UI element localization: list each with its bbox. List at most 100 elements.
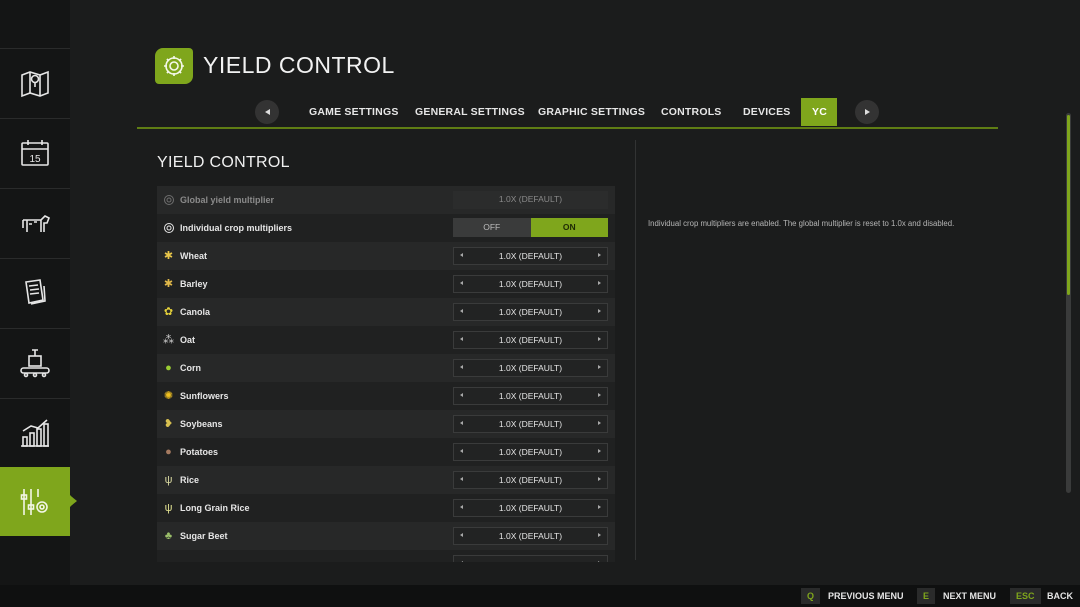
sidebar-active-indicator — [72, 497, 77, 505]
settings-icon — [20, 488, 48, 515]
crop-row: ● Corn 1.0X (DEFAULT) — [157, 354, 615, 382]
sidebar-item-production[interactable] — [0, 328, 70, 397]
crop-name: Long Grain Rice — [180, 503, 250, 513]
setting-label: Individual crop multipliers — [180, 223, 293, 233]
header-gear-icon — [155, 48, 193, 84]
previous-menu-label[interactable]: PREVIOUS MENU — [828, 588, 904, 604]
stepper-value: 1.0X (DEFAULT) — [498, 391, 563, 401]
tab-graphic-settings[interactable]: GRAPHIC SETTINGS — [538, 98, 645, 126]
crop-name: Rice — [180, 475, 200, 485]
crop-row: ● Potatoes 1.0X (DEFAULT) — [157, 438, 615, 466]
arrow-right-icon[interactable] — [598, 561, 601, 562]
stepper-value: 1.0X (DEFAULT) — [498, 419, 563, 429]
tab-controls[interactable]: CONTROLS — [661, 98, 722, 126]
key-hint-esc[interactable]: ESC — [1010, 588, 1041, 604]
sidebar-item-contracts[interactable] — [0, 258, 70, 327]
crop-multiplier-stepper[interactable]: 1.0X (DEFAULT) — [453, 387, 608, 405]
tab-devices[interactable]: DEVICES — [743, 98, 791, 126]
crop-name: Canola — [180, 307, 211, 317]
crop-icon — [162, 557, 175, 562]
settings-list: Global yield multiplier 1.0X (DEFAULT) I… — [157, 186, 615, 562]
arrow-right-icon[interactable] — [598, 505, 601, 509]
crop-multiplier-stepper[interactable]: 1.0X (DEFAULT) — [453, 471, 608, 489]
crop-multiplier-stepper[interactable]: 1.0X (DEFAULT) — [453, 415, 608, 433]
panel-divider — [635, 140, 636, 560]
sugar-beet-icon: ♣ — [164, 529, 173, 542]
stepper-value: 1.0X (DEFAULT) — [498, 447, 563, 457]
tab-game-settings[interactable]: GAME SETTINGS — [309, 98, 399, 126]
crop-multiplier-stepper[interactable]: 1.0X (DEFAULT) — [453, 527, 608, 545]
production-icon — [20, 349, 50, 378]
crop-multiplier-stepper[interactable]: 1.0X (DEFAULT) — [453, 331, 608, 349]
sunflower-icon: ✺ — [163, 390, 174, 402]
toggle-off-option[interactable]: OFF — [453, 218, 531, 237]
stepper-value: 1.0X (DEFAULT) — [498, 194, 563, 204]
crop-row: ♣ Sugar Beet 1.0X (DEFAULT) — [157, 522, 615, 550]
crop-row: ψ Rice 1.0X (DEFAULT) — [157, 466, 615, 494]
crop-row: ⁂ Oat 1.0X (DEFAULT) — [157, 326, 615, 354]
arrow-right-icon[interactable] — [598, 253, 601, 257]
tab-general-settings[interactable]: GENERAL SETTINGS — [415, 98, 525, 126]
arrow-right-icon[interactable] — [598, 281, 601, 285]
sidebar-item-statistics[interactable] — [0, 398, 70, 467]
arrow-right-icon[interactable] — [598, 449, 601, 453]
statistics-icon — [21, 419, 49, 447]
setting-row-individual-multipliers: Individual crop multipliers OFF ON — [157, 214, 615, 242]
tab-next-button[interactable] — [855, 100, 879, 124]
crop-multiplier-stepper[interactable]: 1.0X (DEFAULT) — [453, 443, 608, 461]
soybean-icon: ❥ — [163, 418, 174, 430]
stepper-value: 1.0X (DEFAULT) — [498, 503, 563, 513]
crop-name: Wheat — [180, 251, 207, 261]
crop-row: ✿ Canola 1.0X (DEFAULT) — [157, 298, 615, 326]
tab-prev-button[interactable] — [255, 100, 279, 124]
stepper-value: 1.0X (DEFAULT) — [498, 363, 563, 373]
back-label[interactable]: BACK — [1047, 588, 1073, 604]
chevron-left-icon — [264, 109, 270, 115]
sidebar-item-map[interactable] — [0, 48, 70, 117]
oat-icon: ⁂ — [163, 334, 174, 346]
section-title: YIELD CONTROL — [157, 154, 290, 171]
crop-name: Barley — [180, 279, 208, 289]
crop-name: Oat — [180, 335, 196, 345]
key-hint-q[interactable]: Q — [801, 588, 821, 604]
wheat-icon: ✱ — [163, 250, 174, 262]
sidebar-item-animals[interactable] — [0, 188, 70, 257]
key-hint-e[interactable]: E — [917, 588, 936, 604]
crop-multiplier-stepper[interactable]: 1.0X (DEFAULT) — [453, 247, 608, 265]
crop-name: Potatoes — [180, 447, 219, 457]
arrow-right-icon[interactable] — [598, 337, 601, 341]
sidebar: 15 — [0, 0, 76, 585]
crop-multiplier-stepper[interactable]: 1.0X (DEFAULT) — [453, 303, 608, 321]
chevron-right-icon — [864, 109, 870, 115]
crop-multiplier-stepper[interactable]: 1.0X (DEFAULT) — [453, 359, 608, 377]
scrollbar-thumb[interactable] — [1067, 115, 1070, 295]
barley-icon: ✱ — [163, 278, 174, 290]
setting-description: Individual crop multipliers are enabled.… — [648, 219, 955, 228]
calendar-icon: 15 — [21, 140, 49, 166]
toggle-on-option[interactable]: ON — [530, 218, 608, 237]
crop-multiplier-stepper[interactable] — [453, 555, 608, 562]
potato-icon: ● — [165, 445, 172, 458]
crop-multiplier-stepper[interactable]: 1.0X (DEFAULT) — [453, 275, 608, 293]
crop-multiplier-stepper[interactable]: 1.0X (DEFAULT) — [453, 499, 608, 517]
global-multiplier-stepper: 1.0X (DEFAULT) — [453, 191, 608, 209]
sidebar-item-calendar[interactable]: 15 — [0, 118, 70, 187]
setting-row-global-multiplier: Global yield multiplier 1.0X (DEFAULT) — [157, 186, 615, 214]
arrow-right-icon[interactable] — [598, 533, 601, 537]
stepper-value: 1.0X (DEFAULT) — [498, 531, 563, 541]
sidebar-item-settings[interactable] — [0, 467, 76, 536]
tab-yc[interactable]: YC — [801, 98, 837, 126]
gear-icon — [162, 221, 175, 234]
arrow-right-icon[interactable] — [598, 421, 601, 425]
crop-name: Corn — [180, 363, 201, 373]
next-menu-label[interactable]: NEXT MENU — [943, 588, 996, 604]
arrow-right-icon[interactable] — [598, 365, 601, 369]
stepper-value: 1.0X (DEFAULT) — [498, 475, 563, 485]
crop-name: Sugar Beet — [180, 531, 228, 541]
individual-multipliers-toggle[interactable]: OFF ON — [453, 218, 608, 237]
arrow-right-icon[interactable] — [598, 477, 601, 481]
rice-icon: ψ — [164, 473, 173, 486]
arrow-right-icon[interactable] — [598, 309, 601, 313]
arrow-right-icon[interactable] — [598, 393, 601, 397]
arrow-left-icon[interactable] — [460, 561, 463, 562]
